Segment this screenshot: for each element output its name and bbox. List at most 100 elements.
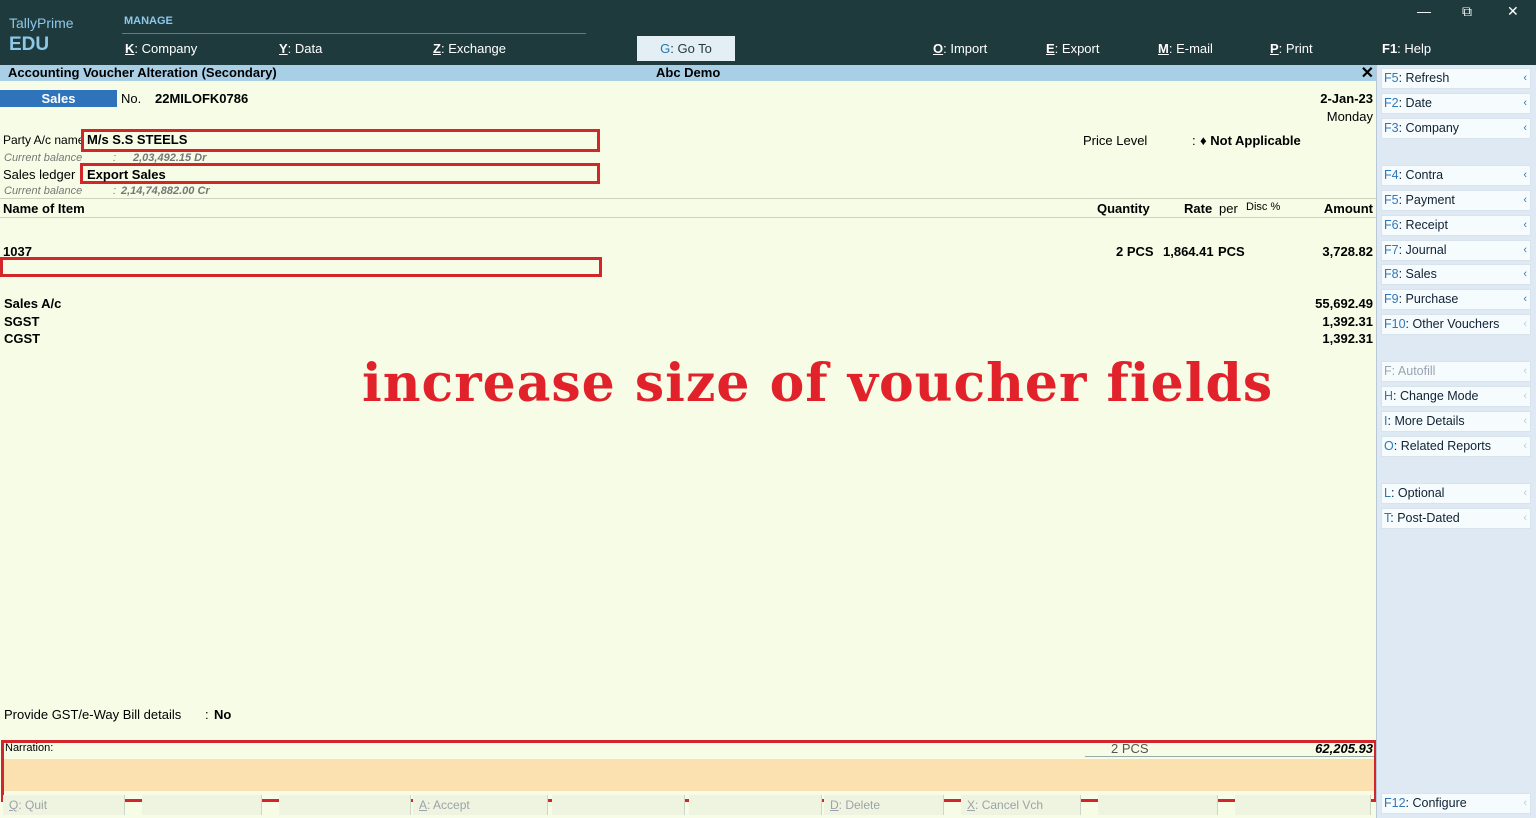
col-rate-header: Rate	[1184, 201, 1213, 216]
autofill-button[interactable]: F: Autofill ‹	[1381, 361, 1531, 382]
item-qty[interactable]: 2 PCS	[1116, 244, 1154, 259]
menu-import[interactable]: O: Import	[933, 41, 987, 56]
ledger-amount-1[interactable]: 55,692.49	[1315, 296, 1373, 311]
chevron-left-icon: ‹	[1523, 365, 1527, 377]
chevron-left-icon: ‹	[1523, 293, 1527, 305]
ledger-amount-2[interactable]: 1,392.31	[1322, 314, 1373, 329]
price-level-value[interactable]: ♦ Not Applicable	[1200, 133, 1301, 148]
menu-export[interactable]: E: Export	[1046, 41, 1099, 56]
voucher-area: Sales No. 22MILOFK0786 2-Jan-23 Monday P…	[0, 81, 1377, 818]
ledger-balance-sep: :	[113, 185, 117, 197]
bottom-button-bar: Q: Quit A: Accept D: Delete X: Cancel Vc…	[0, 792, 1376, 818]
gst-details-value[interactable]: No	[214, 707, 231, 722]
party-balance-label: Current balance	[4, 152, 83, 164]
ledger-name-1[interactable]: Sales A/c	[4, 296, 61, 311]
bottom-button-10	[1235, 795, 1371, 815]
menu-company[interactable]: K: Company	[125, 41, 197, 56]
col-amount-header: Amount	[1323, 201, 1373, 216]
menu-data[interactable]: Y: Data	[279, 41, 322, 56]
date-button[interactable]: F2: Date ‹	[1381, 93, 1531, 114]
chevron-left-icon: ‹	[1523, 440, 1527, 452]
refresh-button[interactable]: F5: Refresh ‹	[1381, 68, 1531, 89]
restore-icon[interactable]: ⧉	[1462, 3, 1472, 20]
chevron-left-icon: ‹	[1523, 194, 1527, 206]
company-name: Abc Demo	[656, 65, 721, 80]
chevron-left-icon: ‹	[1523, 219, 1527, 231]
receipt-button[interactable]: F6: Receipt ‹	[1381, 215, 1531, 236]
item-description-field[interactable]	[0, 257, 602, 277]
accept-button[interactable]: A: Accept	[413, 795, 548, 815]
price-level-sep: :	[1192, 133, 1196, 148]
configure-button[interactable]: F12: Configure ‹	[1381, 793, 1531, 814]
sales-ledger-value[interactable]: Export Sales	[87, 167, 166, 182]
chevron-left-icon: ‹	[1523, 122, 1527, 134]
purchase-button[interactable]: F9: Purchase ‹	[1381, 289, 1531, 310]
journal-button[interactable]: F7: Journal ‹	[1381, 240, 1531, 261]
col-disc-header: Disc %	[1246, 201, 1281, 213]
other-vouchers-button[interactable]: F10: Other Vouchers ‹	[1381, 314, 1531, 335]
close-screen-icon[interactable]: ✕	[1361, 63, 1374, 83]
related-reports-button[interactable]: O: Related Reports ‹	[1381, 436, 1531, 457]
header-divider-top	[0, 198, 1376, 199]
cancel-voucher-button[interactable]: X: Cancel Vch	[961, 795, 1081, 815]
optional-button[interactable]: L: Optional ‹	[1381, 483, 1531, 504]
top-bar: TallyPrime EDU MANAGE K: Company Y: Data…	[0, 0, 1536, 65]
price-level-label: Price Level	[1083, 133, 1148, 148]
chevron-left-icon: ‹	[1523, 169, 1527, 181]
bottom-button-5	[552, 795, 685, 815]
company-button[interactable]: F3: Company ‹	[1381, 118, 1531, 139]
voucher-type[interactable]: Sales	[0, 90, 117, 107]
ledger-name-2[interactable]: SGST	[4, 314, 39, 329]
party-label: Party A/c name	[3, 133, 85, 147]
menu-go-to[interactable]: G: Go To	[637, 36, 735, 61]
screen-title-bar: Accounting Voucher Alteration (Secondary…	[0, 63, 1376, 83]
chevron-left-icon: ‹	[1523, 390, 1527, 402]
item-per[interactable]: PCS	[1218, 244, 1245, 259]
contra-button[interactable]: F4: Contra ‹	[1381, 165, 1531, 186]
chevron-left-icon: ‹	[1523, 797, 1527, 809]
ledger-amount-3[interactable]: 1,392.31	[1322, 331, 1373, 346]
menu-print[interactable]: P: Print	[1270, 41, 1313, 56]
quit-button[interactable]: Q: Quit	[3, 795, 125, 815]
close-window-icon[interactable]: ✕	[1507, 3, 1519, 20]
col-item-header: Name of Item	[3, 201, 85, 216]
bottom-button-3	[279, 795, 411, 815]
screen-title: Accounting Voucher Alteration (Secondary…	[8, 65, 277, 80]
chevron-left-icon: ‹	[1523, 487, 1527, 499]
menu-exchange[interactable]: Z: Exchange	[433, 41, 506, 56]
chevron-left-icon: ‹	[1523, 415, 1527, 427]
sales-button[interactable]: F8: Sales ‹	[1381, 264, 1531, 285]
section-divider	[122, 33, 586, 34]
post-dated-button[interactable]: T: Post-Dated ‹	[1381, 508, 1531, 529]
minimize-icon[interactable]: —	[1417, 3, 1431, 19]
bottom-button-9	[1098, 795, 1218, 815]
chevron-left-icon: ‹	[1523, 318, 1527, 330]
item-amount[interactable]: 3,728.82	[1322, 244, 1373, 259]
more-details-button[interactable]: I: More Details ‹	[1381, 411, 1531, 432]
menu-help[interactable]: F1: Help	[1382, 41, 1431, 56]
payment-button[interactable]: F5: Payment ‹	[1381, 190, 1531, 211]
menu-section-label: MANAGE	[124, 15, 173, 27]
col-qty-header: Quantity	[1097, 201, 1150, 216]
party-value[interactable]: M/s S.S STEELS	[87, 132, 187, 147]
menu-email[interactable]: M: E-mail	[1158, 41, 1213, 56]
gst-details-sep: :	[205, 707, 209, 722]
chevron-left-icon: ‹	[1523, 97, 1527, 109]
bottom-button-2	[142, 795, 262, 815]
ledger-name-3[interactable]: CGST	[4, 331, 40, 346]
header-divider-bottom	[0, 217, 1376, 218]
sales-ledger-label: Sales ledger	[3, 167, 76, 182]
gst-details-label: Provide GST/e-Way Bill details	[4, 707, 182, 722]
ledger-balance-label: Current balance	[4, 185, 83, 197]
voucher-day: Monday	[1326, 109, 1373, 124]
voucher-date[interactable]: 2-Jan-23	[1320, 91, 1373, 106]
brand-edition: EDU	[9, 34, 50, 55]
item-rate[interactable]: 1,864.41	[1163, 244, 1214, 259]
ledger-balance: 2,14,74,882.00 Cr	[121, 185, 210, 197]
change-mode-button[interactable]: H: Change Mode ‹	[1381, 386, 1531, 407]
delete-button[interactable]: D: Delete	[824, 795, 944, 815]
voucher-no-label: No.	[121, 91, 142, 106]
brand-name: TallyPrime	[9, 15, 74, 31]
voucher-number[interactable]: 22MILOFK0786	[155, 91, 248, 106]
annotation-caption: increase size of voucher fields	[362, 353, 1274, 414]
